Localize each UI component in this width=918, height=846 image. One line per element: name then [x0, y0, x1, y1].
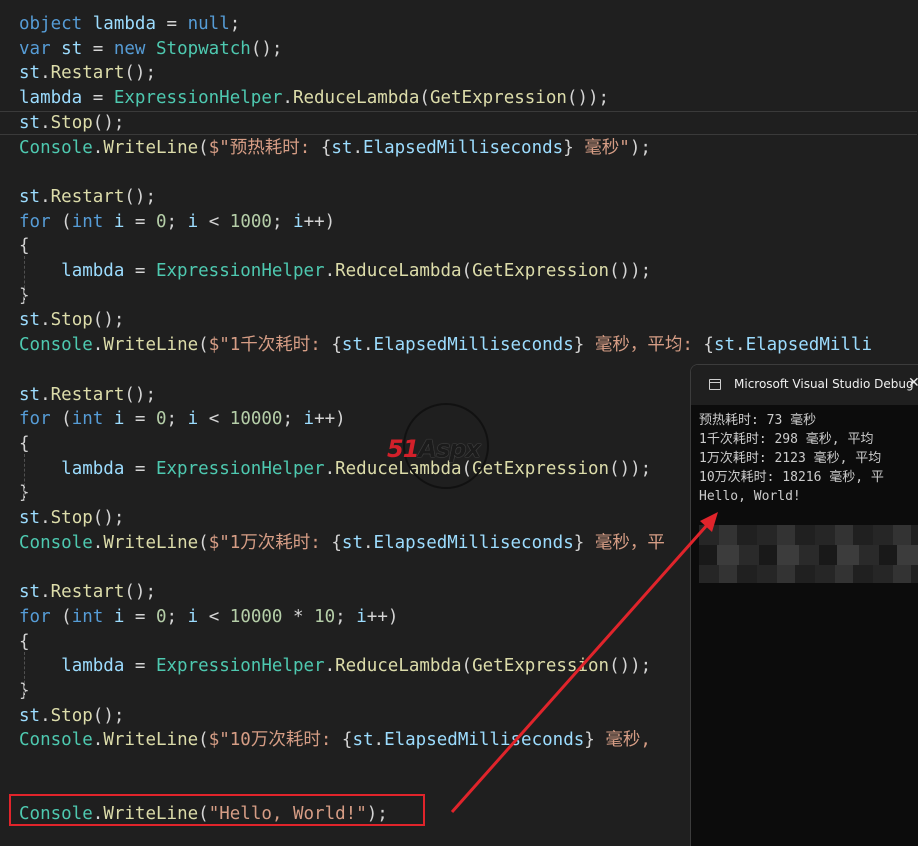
annotation-arrow	[450, 512, 718, 813]
arrow-shaft	[450, 523, 710, 813]
